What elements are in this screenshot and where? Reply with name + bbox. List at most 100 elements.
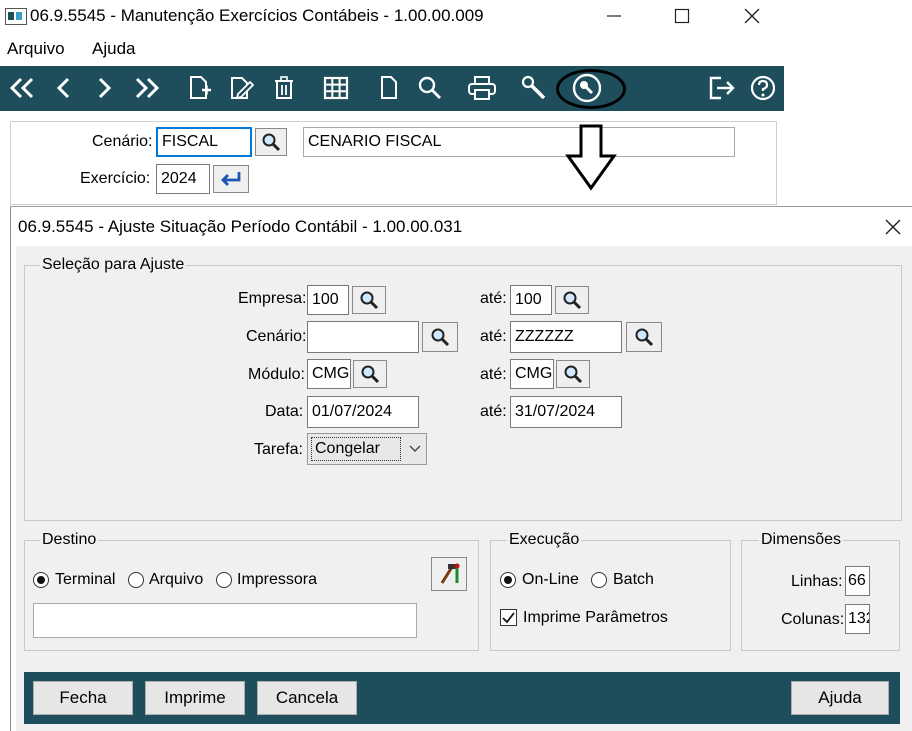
linhas-input[interactable]: 66 [845,566,870,596]
execucao-legend: Execução [507,531,582,549]
dialog-cenario-ate-label: até: [480,328,507,345]
grid-icon[interactable] [322,72,350,104]
colunas-input[interactable]: 132 [845,604,870,634]
radio-batch-label: Batch [613,571,654,588]
empresa-to-input[interactable]: 100 [510,285,552,315]
dialog-top-border [10,206,912,207]
modulo-ate-label: até: [480,366,507,383]
printer-setup-button[interactable] [431,557,467,591]
enter-icon [221,172,241,186]
help-icon[interactable] [748,72,778,104]
new-record-icon[interactable] [186,72,214,104]
radio-arquivo-label: Arquivo [149,571,204,588]
tarefa-select[interactable]: Congelar [307,433,427,465]
modulo-to-input[interactable]: CMG [510,359,554,389]
dialog-cenario-from-input[interactable] [307,321,419,353]
empresa-label: Empresa: [238,290,307,307]
close-icon [885,219,901,235]
ajuda-button[interactable]: Ajuda [791,681,889,715]
execucao-group [490,540,731,651]
destino-legend: Destino [40,531,99,549]
outer-window-title: 06.9.5545 - Manutenção Exercícios Contáb… [30,6,484,25]
radio-terminal[interactable] [33,572,49,588]
menu-bar: Arquivo Ajuda [0,36,784,62]
modulo-from-input[interactable]: CMG [307,359,351,389]
colunas-label: Colunas: [781,611,845,628]
modulo-label: Módulo: [248,366,305,383]
menu-arquivo[interactable]: Arquivo [7,39,65,59]
checkmark-icon [502,612,515,624]
print-icon[interactable] [466,72,498,104]
radio-impressora-label: Impressora [237,571,318,588]
exercicio-enter-button[interactable] [213,165,249,193]
minimize-button[interactable] [594,2,634,30]
exercicio-label: Exercício: [80,170,151,187]
dialog-cenario-to-input[interactable]: ZZZZZZ [510,321,622,353]
data-ate-label: até: [480,403,507,420]
magnifier-icon [361,365,380,384]
magnifier-icon [563,291,582,310]
radio-batch[interactable] [591,572,607,588]
previous-record-icon[interactable] [50,72,76,104]
imprime-button[interactable]: Imprime [145,681,245,715]
edit-record-icon[interactable] [228,72,256,104]
linhas-label: Linhas: [791,573,843,590]
imprime-parametros-label: Imprime Parâmetros [523,609,668,626]
maximize-button[interactable] [662,2,702,30]
cenario-label: Cenário: [92,133,153,150]
empresa-from-input[interactable]: 100 [307,285,349,315]
modulo-to-lookup[interactable] [556,360,590,388]
cenario-description: CENARIO FISCAL [303,127,735,157]
search-icon[interactable] [416,72,444,104]
menu-ajuda[interactable]: Ajuda [92,39,135,59]
toolbar [0,66,784,111]
highlight-circle [556,69,626,109]
radio-online[interactable] [500,572,516,588]
radio-impressora[interactable] [216,572,232,588]
cancela-button[interactable]: Cancela [257,681,357,715]
delete-icon[interactable] [270,72,298,104]
magnifier-icon [564,365,583,384]
magnifier-icon [360,291,379,310]
down-arrow-annotation [564,124,618,197]
cenario-lookup-button[interactable] [255,128,287,156]
tools-icon[interactable] [520,72,550,104]
outer-window-titlebar: 06.9.5545 - Manutenção Exercícios Contáb… [0,0,784,32]
tools-settings-icon [440,563,460,584]
chevron-down-icon [409,445,421,452]
tarefa-selected-value: Congelar [311,437,401,461]
dimensoes-legend: Dimensões [759,531,844,549]
radio-terminal-label: Terminal [55,571,116,588]
exercicio-input[interactable]: 2024 [156,164,210,194]
radio-online-label: On-Line [522,571,579,588]
magnifier-icon [431,328,450,347]
imprime-parametros-checkbox[interactable] [500,609,517,626]
fecha-button[interactable]: Fecha [33,681,133,715]
radio-arquivo[interactable] [128,572,144,588]
dialog-cenario-to-lookup[interactable] [626,322,662,352]
modulo-from-lookup[interactable] [353,360,387,388]
selection-group-legend: Seleção para Ajuste [40,256,187,274]
cenario-input[interactable]: FISCAL [156,127,252,157]
dialog-close-button[interactable] [878,212,908,242]
empresa-ate-label: até: [480,290,507,307]
first-record-icon[interactable] [6,72,38,104]
data-to-input[interactable]: 31/07/2024 [510,396,622,428]
dialog-title: 06.9.5545 - Ajuste Situação Período Cont… [18,217,463,236]
dialog-cenario-from-lookup[interactable] [422,322,458,352]
data-from-input[interactable]: 01/07/2024 [307,396,419,428]
next-record-icon[interactable] [92,72,118,104]
dialog-cenario-label: Cenário: [246,328,307,345]
last-record-icon[interactable] [131,72,163,104]
dimensoes-group [741,540,900,651]
empresa-from-lookup[interactable] [352,286,386,314]
close-button[interactable] [732,2,772,30]
tarefa-label: Tarefa: [254,441,303,458]
exit-icon[interactable] [706,72,738,104]
selection-group [24,265,902,521]
magnifier-icon [262,133,281,152]
document-icon[interactable] [376,72,402,104]
destino-path-input[interactable] [33,603,417,638]
data-label: Data: [265,403,304,420]
empresa-to-lookup[interactable] [555,286,589,314]
